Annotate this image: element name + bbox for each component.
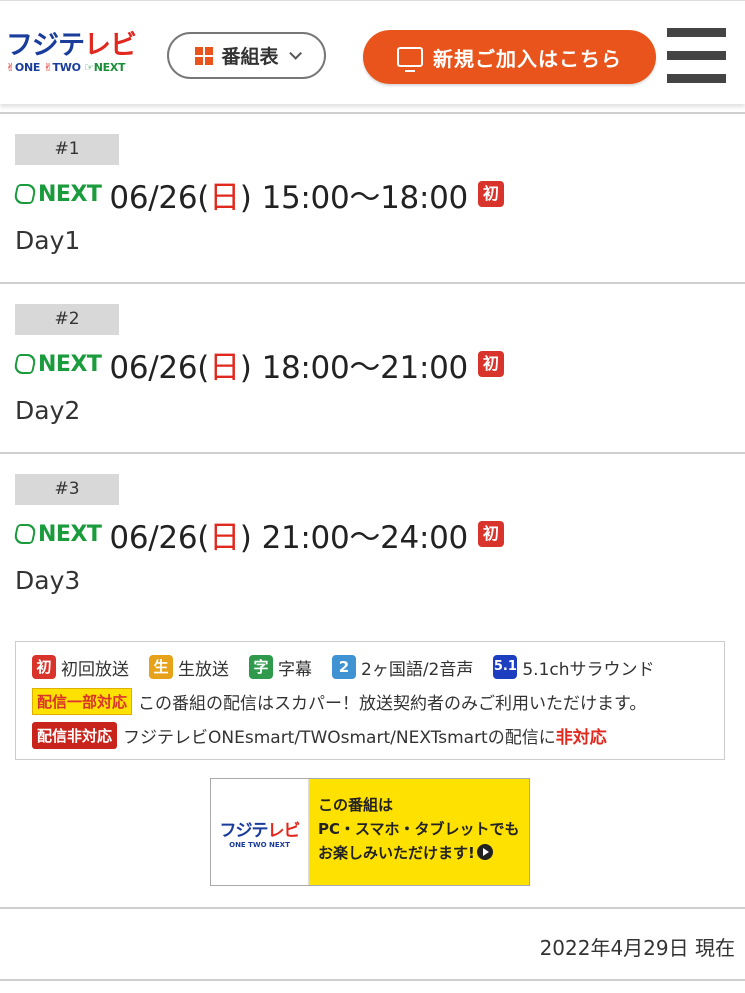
legend-partial-row: 配信一部対応 この番組の配信はスカパー！放送契約者のみご利用いただけます。 (32, 684, 714, 718)
episode-title: Day1 (15, 226, 81, 255)
join-button-label: 新規ご加入はこちら (433, 46, 622, 71)
episode-time: 15:00〜18:00 (261, 179, 469, 216)
episode-number-badge: #2 (15, 304, 119, 335)
episode-title: Day3 (15, 566, 81, 595)
logo-channels: ✌ONE ✌TWO ☞NEXT (6, 61, 126, 74)
play-icon (476, 844, 493, 860)
next-hand-icon (12, 524, 38, 544)
footer-divider-top (0, 907, 745, 909)
episode-time: 18:00〜21:00 (261, 349, 469, 386)
episode-date: 06/26(日) (109, 179, 252, 216)
next-channel-logo: NEXT (12, 182, 102, 207)
site-header: フジテレビ ✌ONE ✌TWO ☞NEXT 番組表 新規ご加入はこちら (0, 0, 745, 104)
hamburger-icon[interactable] (667, 28, 726, 83)
episode-item-1: #1 NEXT 06/26(日) 15:00〜18:00 初 Day1 (0, 112, 745, 282)
episode-schedule: NEXT 06/26(日) 18:00〜21:00 初 (12, 344, 504, 386)
live-icon: 生 (149, 655, 173, 679)
join-button[interactable]: 新規ご加入はこちら (363, 30, 656, 84)
banner-logo: フジテレビ ONE TWO NEXT (211, 779, 309, 885)
smart-streaming-banner[interactable]: フジテレビ ONE TWO NEXT この番組は PC・スマホ・タブレットでも … (210, 778, 530, 886)
episode-schedule: NEXT 06/26(日) 15:00〜18:00 初 (12, 174, 504, 216)
legend-none-row: 配信非対応 フジテレビONEsmart/TWOsmart/NEXTsmartの配… (32, 718, 714, 752)
first-broadcast-icon: 初 (477, 521, 504, 547)
legend-icons-row: 初初回放送 生生放送 字字幕 2 2ヶ国語/2音声 5.1 5.1chサラウンド (32, 650, 714, 684)
partial-streaming-tag: 配信一部対応 (32, 687, 133, 715)
schedule-button-label: 番組表 (221, 46, 279, 68)
next-hand-icon (12, 354, 38, 374)
episode-number-badge: #3 (15, 474, 119, 505)
episode-date: 06/26(日) (109, 519, 252, 556)
tv-icon (397, 47, 423, 72)
first-broadcast-icon: 初 (477, 181, 504, 207)
episode-item-2: #2 NEXT 06/26(日) 18:00〜21:00 初 Day2 (0, 282, 745, 452)
bilingual-icon: 2 (332, 655, 356, 679)
first-broadcast-icon: 初 (32, 655, 56, 679)
episode-date: 06/26(日) (109, 349, 252, 386)
first-broadcast-icon: 初 (477, 351, 504, 377)
episode-schedule: NEXT 06/26(日) 21:00〜24:00 初 (12, 514, 504, 556)
footer-divider-bottom (0, 979, 745, 981)
fujitv-logo[interactable]: フジテレビ ✌ONE ✌TWO ☞NEXT (6, 31, 152, 81)
legend-surround: 5.1 5.1chサラウンド (493, 655, 655, 680)
no-streaming-text: フジテレビONEsmart/TWOsmart/NEXTsmartの配信に (123, 727, 556, 748)
no-streaming-emphasis: 非対応 (555, 727, 607, 748)
icon-legend: 初初回放送 生生放送 字字幕 2 2ヶ国語/2音声 5.1 5.1chサラウンド 配… (15, 641, 725, 760)
logo-text: フジテレビ (6, 30, 137, 61)
no-streaming-tag: 配信非対応 (32, 721, 118, 749)
episode-number-badge: #1 (15, 134, 119, 165)
subtitles-icon: 字 (249, 655, 273, 679)
legend-live: 生生放送 (149, 655, 229, 680)
banner-text: この番組は PC・スマホ・タブレットでも お楽しみいただけます! (309, 779, 529, 885)
grid-icon (195, 46, 214, 65)
surround-icon: 5.1 (493, 655, 518, 679)
episode-title: Day2 (15, 396, 81, 425)
episode-time: 21:00〜24:00 (261, 519, 469, 556)
chevron-down-icon (288, 47, 302, 60)
schedule-button[interactable]: 番組表 (167, 32, 326, 79)
legend-first-broadcast: 初初回放送 (32, 655, 129, 680)
next-channel-logo: NEXT (12, 352, 102, 377)
legend-subtitles: 字字幕 (249, 655, 312, 680)
partial-streaming-text: この番組の配信はスカパー！放送契約者のみご利用いただけます。 (138, 693, 647, 714)
next-hand-icon (12, 184, 38, 204)
episode-item-3: #3 NEXT 06/26(日) 21:00〜24:00 初 Day3 (0, 452, 745, 632)
legend-bilingual: 2 2ヶ国語/2音声 (332, 655, 473, 680)
next-channel-logo: NEXT (12, 522, 102, 547)
as-of-date: 2022年4月29日 現在 (539, 936, 735, 960)
